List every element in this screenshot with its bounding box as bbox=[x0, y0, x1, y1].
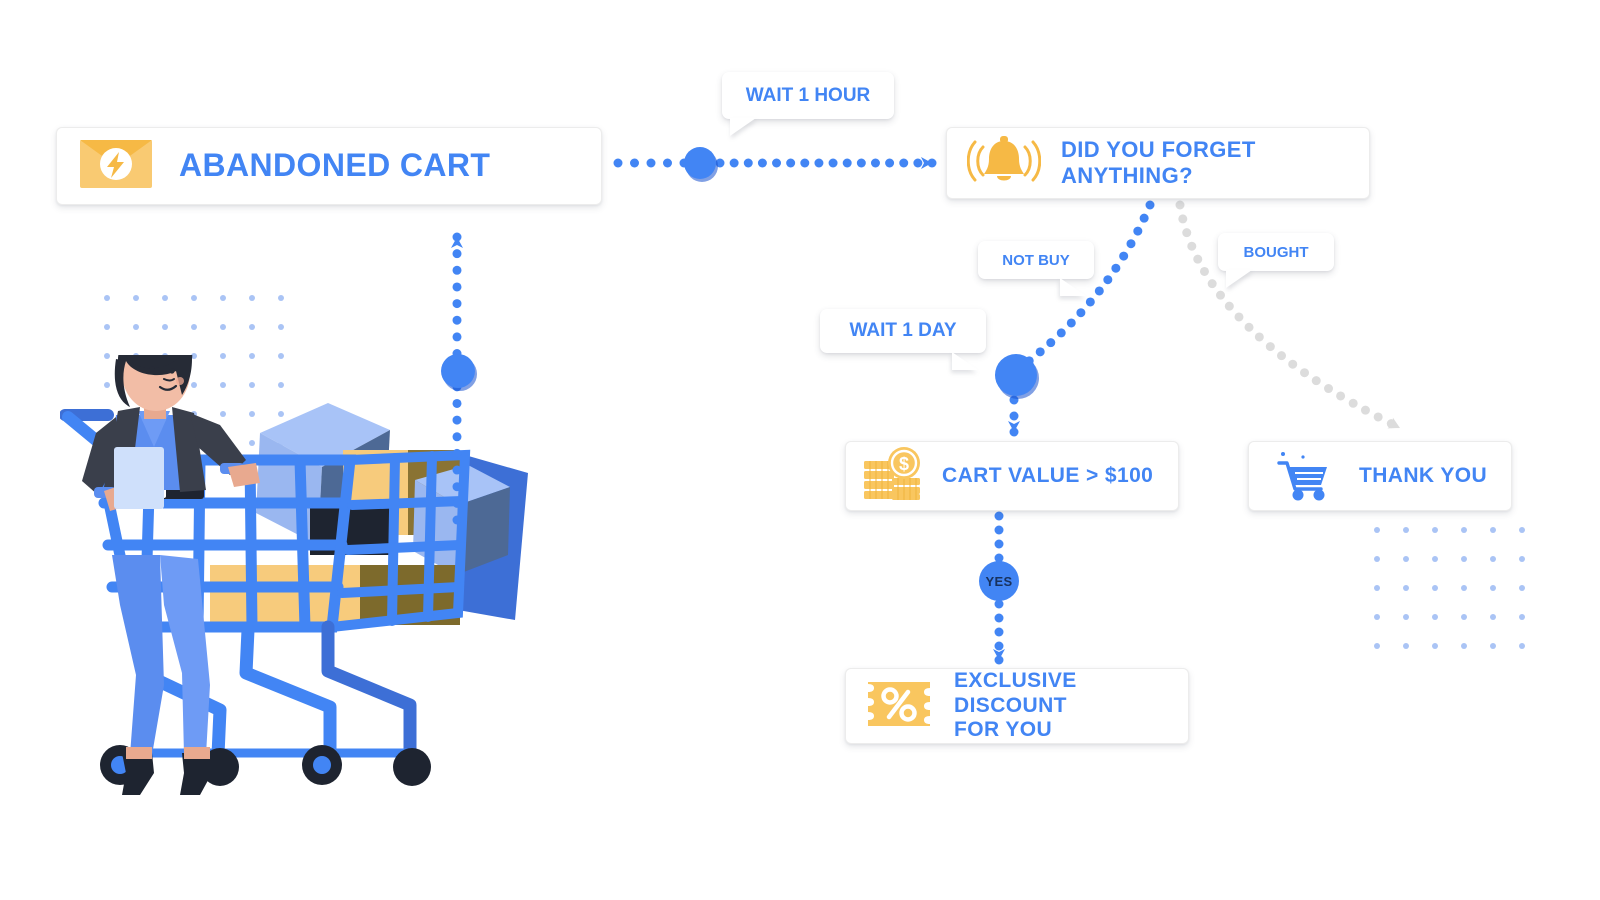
bubble-tail bbox=[1060, 278, 1086, 296]
label-wait-1-hour[interactable]: WAIT 1 HOUR bbox=[722, 72, 894, 136]
flowchart-canvas: .bdot { fill: #4285f4; } .gdot { fill: #… bbox=[0, 0, 1600, 900]
ringing-bell-icon bbox=[966, 135, 1042, 192]
node-exclusive-discount[interactable]: EXCLUSIVE DISCOUNT FOR YOU bbox=[845, 668, 1189, 744]
bubble-text: BOUGHT bbox=[1243, 243, 1309, 261]
node-label: EXCLUSIVE DISCOUNT FOR YOU bbox=[954, 668, 1077, 742]
timer-node-wait-1-day[interactable] bbox=[995, 354, 1037, 396]
bubble-text: WAIT 1 HOUR bbox=[745, 84, 871, 106]
bubble-tail bbox=[1226, 270, 1252, 288]
node-cart-value-condition[interactable]: $ CART VALUE > $100 bbox=[845, 441, 1179, 511]
node-label: DID YOU FORGET ANYTHING? bbox=[1061, 137, 1256, 188]
badge-text: YES bbox=[985, 573, 1013, 589]
bubble-text: NOT BUY bbox=[1002, 251, 1070, 269]
node-did-you-forget-anything[interactable]: DID YOU FORGET ANYTHING? bbox=[946, 127, 1370, 199]
node-label: THANK YOU bbox=[1359, 463, 1488, 487]
node-abandoned-cart[interactable]: ABANDONED CART bbox=[56, 127, 602, 205]
node-label: CART VALUE > $100 bbox=[942, 463, 1154, 487]
decision-badge-yes[interactable]: YES bbox=[979, 561, 1019, 601]
label-not-buy[interactable]: NOT BUY bbox=[978, 241, 1094, 296]
timer-node-wait-1-hour[interactable] bbox=[684, 147, 716, 179]
bubble-text: WAIT 1 DAY bbox=[849, 320, 957, 341]
coins-stack-icon: $ bbox=[862, 446, 924, 506]
envelope-bolt-icon bbox=[79, 139, 153, 194]
label-bought[interactable]: BOUGHT bbox=[1218, 233, 1334, 288]
bubble-tail bbox=[952, 352, 978, 370]
percent-ticket-icon bbox=[864, 678, 934, 735]
shopping-cart-icon bbox=[1271, 447, 1333, 506]
node-thank-you[interactable]: THANK YOU bbox=[1248, 441, 1512, 511]
label-wait-1-day[interactable]: WAIT 1 DAY bbox=[820, 309, 986, 370]
svg-text:$: $ bbox=[899, 454, 909, 474]
bubble-tail bbox=[730, 118, 756, 136]
node-label: ABANDONED CART bbox=[179, 147, 491, 184]
decorative-line-node bbox=[441, 354, 475, 388]
